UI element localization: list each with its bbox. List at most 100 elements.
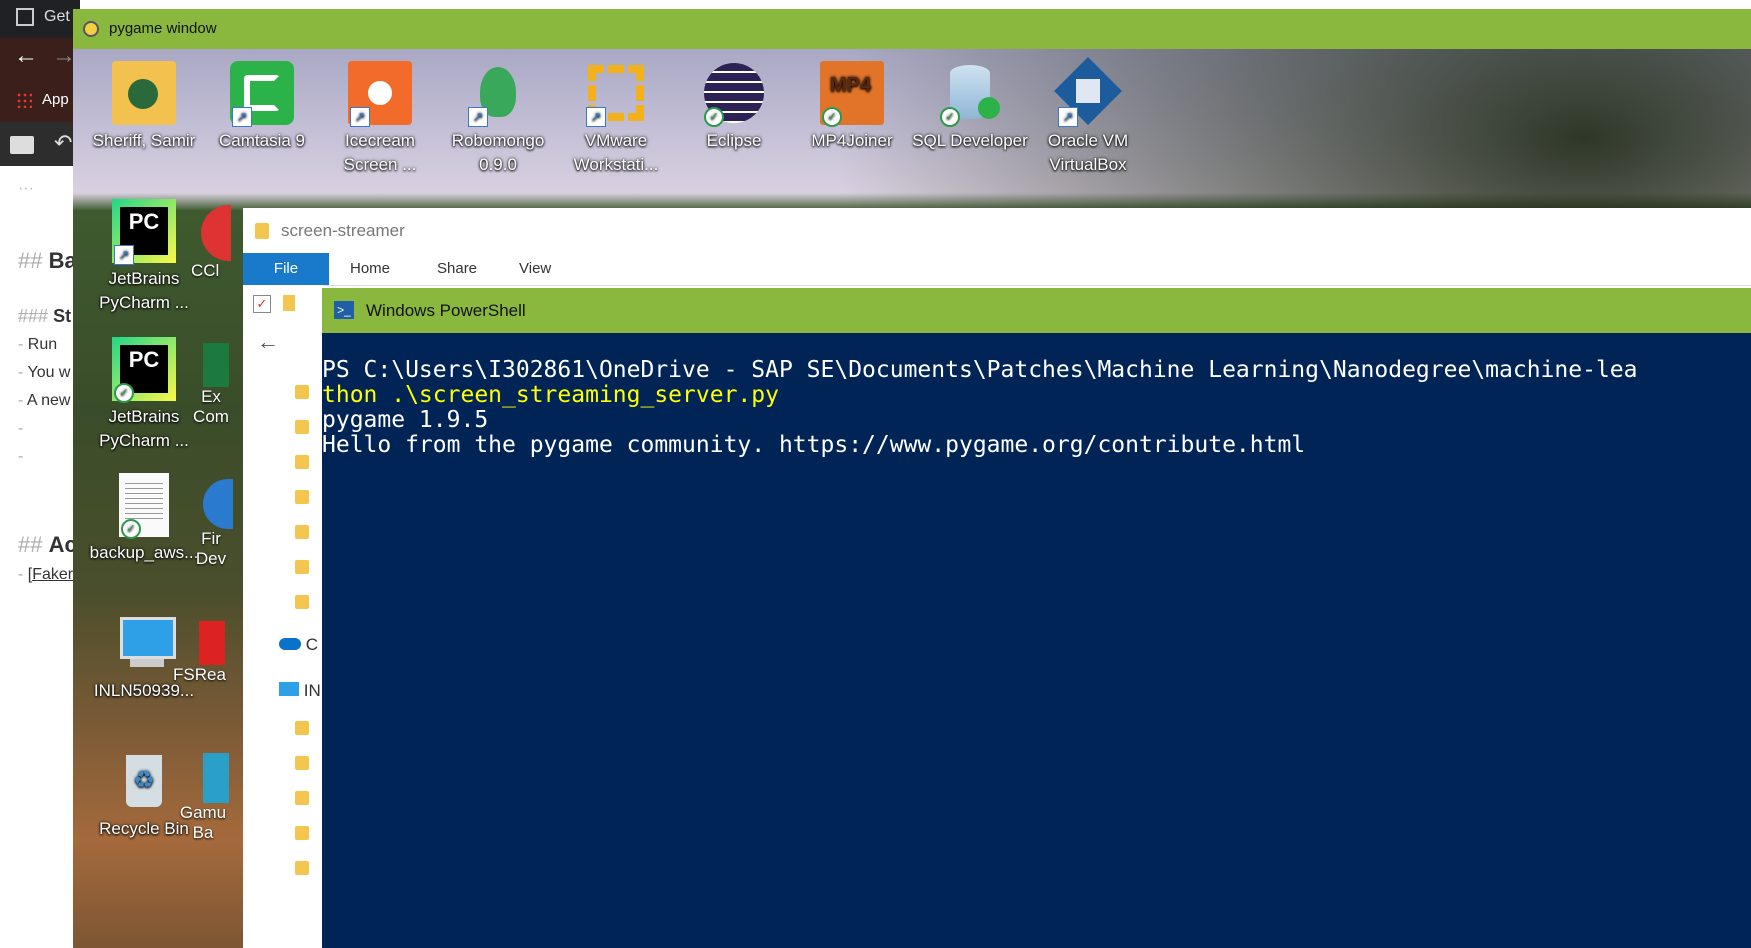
- ccleaner-icon: [201, 205, 231, 261]
- desktop-icon-partial[interactable]: Ex Com: [191, 343, 231, 427]
- powershell-window[interactable]: >_ Windows PowerShell PS C:\Users\I30286…: [322, 288, 1751, 948]
- desktop-icon-sheriff-samir[interactable]: Sheriff, Samir: [85, 61, 203, 153]
- markdown-line: - Run: [18, 336, 58, 353]
- nav-desktop-icon[interactable]: [295, 756, 309, 770]
- browser-tab-bar: Get: [0, 0, 80, 38]
- desktop-icon-partial[interactable]: Gamu Ba: [173, 753, 233, 843]
- explorer-title: screen-streamer: [281, 221, 405, 240]
- excel-compare-icon: [203, 343, 229, 387]
- nav-folder-icon[interactable]: [295, 455, 309, 469]
- apps-grid-icon[interactable]: [16, 92, 32, 108]
- console-line: Hello from the pygame community. https:/…: [322, 432, 1306, 458]
- desktop-icon-camtasia[interactable]: ↗ Camtasia 9: [203, 61, 321, 153]
- nav-folder-icon[interactable]: [295, 595, 309, 609]
- this-pc-icon: [279, 682, 299, 696]
- desktop-icon-partial[interactable]: Fir Dev: [191, 479, 233, 569]
- shortcut-arrow-icon: ↗: [232, 107, 252, 127]
- back-arrow-icon[interactable]: ←: [14, 42, 38, 70]
- desktop-icon-icecream-screen[interactable]: ↗ Icecream Screen ...: [321, 61, 439, 177]
- desktop-icon-vmware[interactable]: ↗ VMware Workstati...: [557, 61, 675, 177]
- robomongo-icon: ↗: [466, 61, 530, 127]
- nav-downloads-icon[interactable]: [295, 420, 309, 434]
- desktop-icon-pycharm[interactable]: PC ↗ JetBrains PyCharm ...: [85, 199, 203, 315]
- shortcut-arrow-icon: ↗: [468, 107, 488, 127]
- sync-check-icon: ✓: [121, 519, 141, 539]
- desktop-icon-mp4joiner[interactable]: MP4 ✓ MP4Joiner: [793, 61, 911, 153]
- checkbox-icon[interactable]: ✓: [253, 295, 271, 313]
- quick-access-folder-icon[interactable]: [283, 295, 295, 311]
- pygame-snake-icon: [83, 21, 99, 37]
- browser-tab-title[interactable]: Get: [44, 8, 70, 26]
- sync-check-icon: ✓: [940, 107, 960, 127]
- desktop-icon-backup-aws[interactable]: ✓ backup_aws...: [85, 473, 203, 565]
- folder-icon: [255, 223, 269, 239]
- nav-folder-icon[interactable]: [295, 525, 309, 539]
- folder-icon[interactable]: [10, 136, 34, 154]
- powershell-titlebar[interactable]: >_ Windows PowerShell: [322, 288, 1751, 333]
- desktop-icon-robomongo[interactable]: ↗ Robomongo 0.9.0: [439, 61, 557, 177]
- shortcut-arrow-icon: ↗: [1058, 107, 1078, 127]
- markdown-line: - A new: [18, 392, 71, 409]
- nav-folder-icon[interactable]: [295, 560, 309, 574]
- markdown-line: - [Faker: [18, 566, 74, 583]
- explorer-ribbon: File Home Share View: [243, 253, 1751, 286]
- fsreader-icon: [199, 621, 225, 665]
- background-browser: Get ← → App ↶ ··· ## Ba ### St - Run - Y…: [0, 0, 80, 948]
- powershell-title: Windows PowerShell: [366, 301, 526, 320]
- sync-check-icon: ✓: [822, 107, 842, 127]
- console-line: PS C:\Users\I302861\OneDrive - SAP SE\Do…: [322, 357, 1638, 383]
- console-line: pygame 1.9.5: [322, 407, 489, 433]
- ribbon-tab-home[interactable]: Home: [350, 253, 390, 285]
- markdown-line: -: [18, 448, 24, 465]
- recycle-bin-icon: ♻: [112, 749, 176, 813]
- markdown-line: ## Ac: [18, 532, 77, 557]
- nav-music-icon[interactable]: [295, 861, 309, 875]
- nav-folder-icon[interactable]: [295, 490, 309, 504]
- nav-downloads-icon[interactable]: [295, 826, 309, 840]
- onedrive-icon: [279, 638, 301, 650]
- explorer-titlebar[interactable]: screen-streamer: [243, 208, 1751, 253]
- sql-developer-icon: ✓: [938, 61, 1002, 127]
- computer-icon: [112, 611, 176, 675]
- browser-nav-bar: ← →: [0, 38, 80, 80]
- camtasia-icon: ↗: [230, 61, 294, 127]
- nav-item-this-pc[interactable]: IN: [279, 681, 321, 701]
- sync-check-icon: ✓: [704, 107, 724, 127]
- pygame-titlebar[interactable]: pygame window: [73, 9, 1751, 49]
- shortcut-arrow-icon: ↗: [114, 245, 134, 265]
- bookmarks-apps-label[interactable]: App: [42, 91, 69, 108]
- console-line: thon .\screen_streaming_server.py: [322, 382, 779, 408]
- text-file-icon: ✓: [119, 473, 169, 539]
- undo-icon[interactable]: ↶: [54, 130, 72, 156]
- nav-3d-objects-icon[interactable]: [295, 721, 309, 735]
- eclipse-icon: ✓: [702, 61, 766, 127]
- ribbon-tab-view[interactable]: View: [519, 253, 551, 285]
- nav-folder-icon[interactable]: [295, 385, 309, 399]
- desktop-icon-partial[interactable]: FSRea: [173, 621, 226, 685]
- pygame-window-title: pygame window: [109, 20, 217, 37]
- desktop-icon-partial[interactable]: CCl: [191, 205, 231, 281]
- back-arrow-icon[interactable]: ←: [257, 329, 279, 355]
- desktop-icon-eclipse[interactable]: ✓ Eclipse: [675, 61, 793, 153]
- nav-item-onedrive[interactable]: C: [279, 635, 318, 655]
- markdown-line: ### St: [18, 306, 72, 326]
- desktop-icon-sql-developer[interactable]: ✓ SQL Developer: [911, 61, 1029, 153]
- explorer-navigation-pane: ✓ ← C IN: [243, 285, 323, 948]
- icecream-screen-icon: ↗: [348, 61, 412, 127]
- gamu-icon: [203, 753, 229, 803]
- user-folder-icon: [112, 61, 176, 125]
- desktop-icon-pycharm-2[interactable]: PC ✓ JetBrains PyCharm ...: [85, 337, 203, 453]
- shortcut-arrow-icon: ↗: [350, 107, 370, 127]
- pycharm-icon: PC ↗: [112, 199, 176, 265]
- ribbon-tab-file[interactable]: File: [243, 253, 329, 285]
- markdown-line: -: [18, 420, 24, 437]
- pycharm-icon: PC ✓: [112, 337, 176, 403]
- nav-documents-icon[interactable]: [295, 791, 309, 805]
- ribbon-tab-share[interactable]: Share: [437, 253, 477, 285]
- powershell-console[interactable]: PS C:\Users\I302861\OneDrive - SAP SE\Do…: [322, 333, 1751, 948]
- bookmarks-bar: App: [0, 80, 80, 122]
- powershell-icon: >_: [334, 301, 354, 319]
- desktop-icon-virtualbox[interactable]: ↗ Oracle VM VirtualBox: [1029, 57, 1147, 177]
- sync-check-icon: ✓: [114, 383, 134, 403]
- vmware-icon: ↗: [584, 61, 648, 127]
